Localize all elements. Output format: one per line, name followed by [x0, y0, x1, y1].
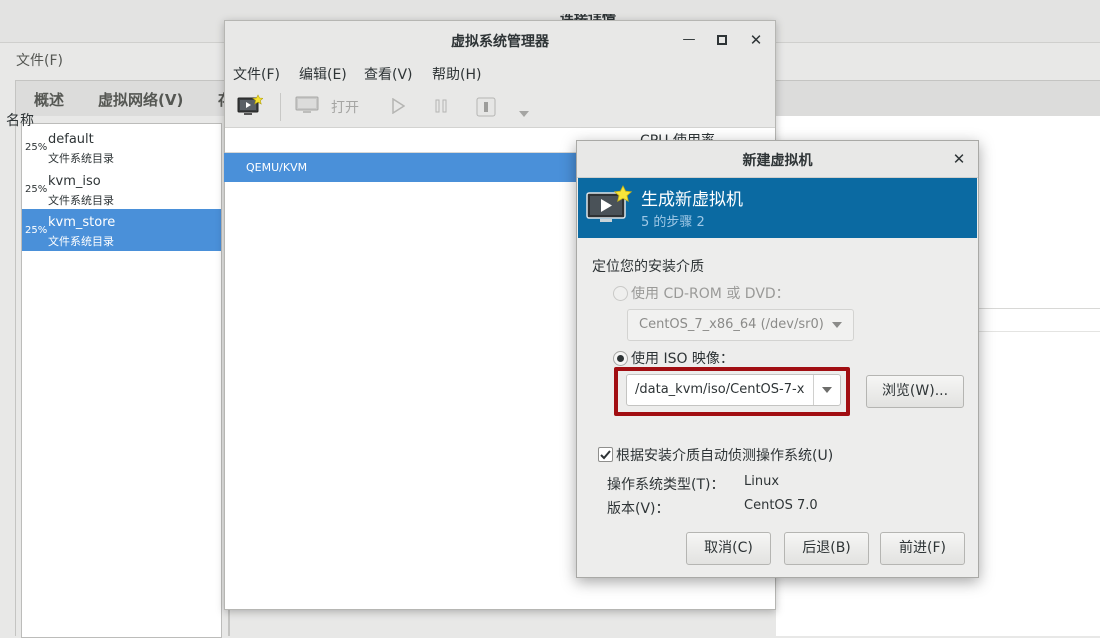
menu-edit[interactable]: 编辑(E) [299, 64, 347, 84]
iso-radio[interactable] [613, 351, 628, 366]
back-button[interactable]: 后退(B) [784, 532, 869, 565]
maximize-icon[interactable] [712, 30, 732, 50]
cancel-button[interactable]: 取消(C) [686, 532, 771, 565]
install-media-section-label: 定位您的安装介质 [592, 259, 704, 275]
wizard-step-indicator: 5 的步骤 2 [641, 215, 705, 230]
pool-name: default [48, 132, 94, 147]
version-label: 版本(V)： [607, 501, 670, 517]
minimize-icon[interactable]: — [679, 30, 699, 50]
iso-option-label: 使用 ISO 映像： [631, 351, 734, 367]
storage-pool-item-kvm-store[interactable]: 25% kvm_store 文件系统目录 [22, 209, 221, 251]
close-icon[interactable]: ✕ [949, 149, 969, 169]
pool-type: 文件系统目录 [48, 235, 114, 248]
new-vm-dialog-title: 新建虚拟机 [742, 153, 813, 169]
pool-name: kvm_iso [48, 174, 101, 189]
pool-usage-percent: 25% [25, 184, 48, 195]
cdrom-radio[interactable] [613, 286, 628, 301]
pool-usage-percent: 25% [25, 225, 48, 236]
cdrom-device-value: CentOS_7_x86_64 (/dev/sr0) [639, 317, 824, 332]
connection-label: QEMU/KVM [246, 161, 308, 174]
toolbar-separator [280, 93, 281, 121]
cdrom-device-select[interactable]: CentOS_7_x86_64 (/dev/sr0) [627, 309, 854, 341]
storage-pool-item-default[interactable]: 25% default 文件系统目录 [22, 126, 221, 168]
forward-button[interactable]: 前进(F) [880, 532, 965, 565]
pool-name: kvm_store [48, 215, 116, 230]
chevron-down-icon [832, 322, 842, 328]
tab-virtual-networks[interactable]: 虚拟网络(V) [98, 89, 183, 110]
close-icon[interactable]: ✕ [746, 30, 766, 50]
new-vm-dialog: 新建虚拟机 ✕ 生成新虚拟机 5 的步骤 2 定位您的安装介质 使用 CD-RO… [576, 140, 979, 578]
open-button-label[interactable]: 打开 [331, 97, 359, 117]
wizard-banner [578, 178, 977, 238]
autodetect-label[interactable]: 根据安装介质自动侦测操作系统(U) [616, 445, 833, 465]
checkmark-icon [600, 450, 611, 460]
browse-button[interactable]: 浏览(W)... [866, 375, 964, 408]
menu-file[interactable]: 文件(F) [16, 50, 63, 70]
shutdown-menu-chevron-down-icon[interactable] [519, 105, 529, 121]
pool-type: 文件系统目录 [48, 194, 114, 207]
os-type-value: Linux [744, 474, 780, 489]
play-icon[interactable] [391, 97, 406, 118]
version-value: CentOS 7.0 [744, 498, 818, 513]
wizard-banner-title: 生成新虚拟机 [641, 190, 743, 210]
monitor-icon[interactable] [295, 94, 319, 120]
storage-pool-item-kvm-iso[interactable]: 25% kvm_iso 文件系统目录 [22, 168, 221, 210]
new-vm-icon [585, 185, 633, 231]
menu-file[interactable]: 文件(F) [233, 64, 280, 84]
pool-type: 文件系统目录 [48, 152, 114, 165]
autodetect-checkbox[interactable] [598, 447, 613, 462]
menu-help[interactable]: 帮助(H) [432, 64, 481, 84]
column-header-name[interactable]: 名称 [6, 110, 34, 130]
storage-pool-list[interactable]: 25% default 文件系统目录 25% kvm_iso 文件系统目录 25… [21, 123, 222, 638]
pause-icon[interactable] [434, 99, 448, 117]
tab-overview[interactable]: 概述 [34, 89, 64, 110]
new-vm-icon[interactable] [237, 94, 264, 122]
os-type-label: 操作系统类型(T)： [607, 477, 725, 493]
cdrom-option-label: 使用 CD-ROM 或 DVD： [631, 286, 790, 302]
pool-usage-percent: 25% [25, 142, 48, 153]
menu-view[interactable]: 查看(V) [364, 64, 413, 84]
shutdown-icon[interactable] [476, 97, 496, 121]
iso-path-highlight [614, 367, 850, 416]
